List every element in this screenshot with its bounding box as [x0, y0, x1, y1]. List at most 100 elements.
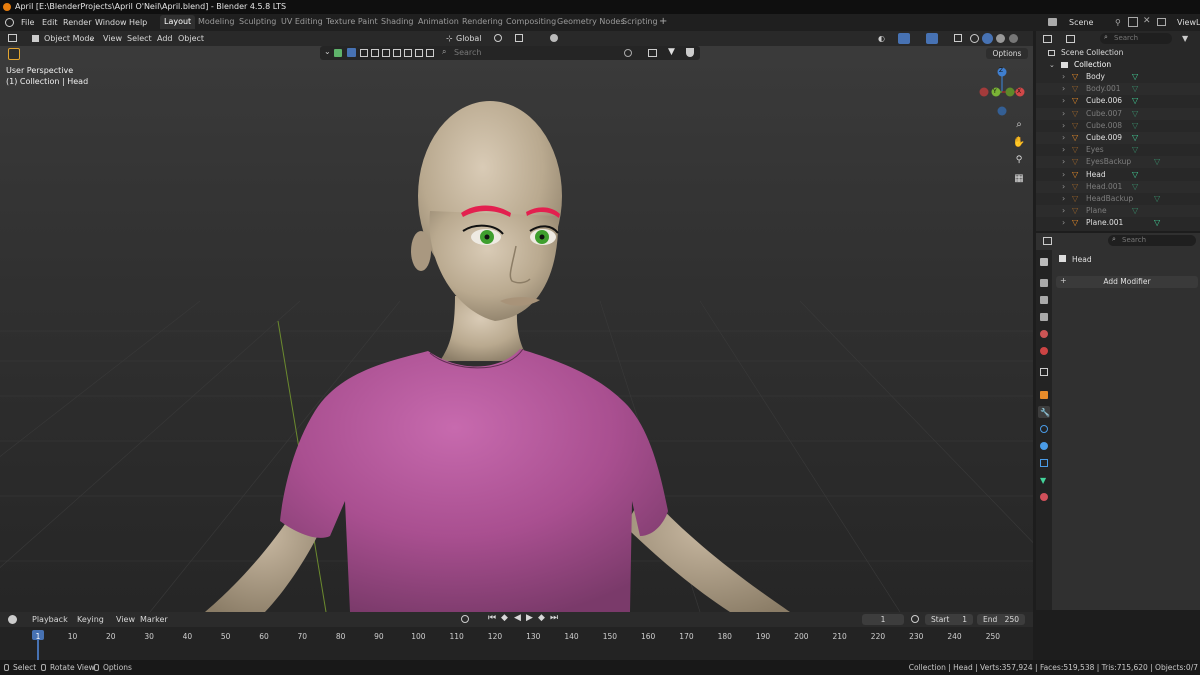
tab-uv-editing[interactable]: UV Editing	[277, 15, 327, 29]
select-mode-icon[interactable]	[371, 49, 379, 57]
clear-search-icon[interactable]	[624, 49, 632, 57]
snap-icon[interactable]	[515, 34, 523, 42]
outliner-item-row[interactable]: › ▽ Body.001 ▽	[1036, 83, 1200, 96]
scene-name[interactable]: Scene	[1069, 17, 1093, 28]
play-reverse-icon[interactable]: ◀	[514, 613, 521, 624]
tab-shading[interactable]: Shading	[377, 15, 418, 29]
outliner-item-row[interactable]: › ▽ Head.001 ▽	[1036, 180, 1200, 193]
tab-rendering[interactable]: Rendering	[458, 15, 507, 29]
menu-marker[interactable]: Marker	[140, 614, 168, 625]
mesh-data-icon[interactable]: ▽	[1132, 120, 1138, 132]
chevron-right-icon[interactable]: ›	[1062, 217, 1065, 229]
current-frame-field[interactable]: 1	[862, 614, 904, 625]
shield-icon[interactable]	[686, 48, 694, 57]
collection-tab-icon[interactable]	[1040, 368, 1048, 376]
pan-hand-icon[interactable]: ✋	[1012, 137, 1026, 151]
menu-view[interactable]: View	[116, 614, 135, 625]
tab-scripting[interactable]: Scripting	[618, 15, 662, 29]
tool-tab-icon[interactable]	[1040, 258, 1048, 266]
shading-material-icon[interactable]	[996, 34, 1005, 43]
visibility-icon[interactable]: ◐	[878, 34, 885, 43]
outliner-item-row[interactable]: › ▽ Cube.008 ▽	[1036, 119, 1200, 132]
start-frame-field[interactable]: Start 1	[925, 614, 973, 625]
menu-render[interactable]: Render	[63, 17, 91, 28]
timeline-editor-icon[interactable]	[8, 615, 17, 624]
menu-select[interactable]: Select	[127, 33, 152, 44]
scene-icon[interactable]	[1048, 18, 1057, 26]
shading-wireframe-icon[interactable]	[970, 34, 979, 43]
chevron-right-icon[interactable]: ›	[1062, 108, 1065, 120]
mesh-data-icon[interactable]: ▽	[1132, 83, 1138, 95]
select-mode-icon[interactable]	[393, 49, 401, 57]
tab-animation[interactable]: Animation	[414, 15, 463, 29]
shading-solid-icon[interactable]	[982, 33, 993, 44]
filter-icon[interactable]: ▼	[668, 47, 675, 57]
mesh-data-icon[interactable]: ▽	[1132, 205, 1138, 217]
delete-scene-icon[interactable]: ✕	[1143, 16, 1151, 26]
outliner-item-row[interactable]: › ▽ Cube.006 ▽	[1036, 95, 1200, 108]
chevron-right-icon[interactable]: ›	[1062, 205, 1065, 217]
scene-collection-row[interactable]: Scene Collection	[1036, 47, 1200, 59]
navigation-gizmo[interactable]: Z Y X	[976, 66, 1028, 118]
tool-settings-toggle[interactable]	[8, 48, 20, 60]
clock-icon[interactable]	[911, 615, 919, 623]
chevron-right-icon[interactable]: ›	[1062, 181, 1065, 193]
select-mode-icon[interactable]	[415, 49, 423, 57]
outliner-item-row[interactable]: › ▽ HeadBackup ▽	[1036, 193, 1200, 205]
mesh-data-icon[interactable]: ▽	[1132, 95, 1138, 107]
record-icon[interactable]	[461, 615, 469, 623]
end-frame-field[interactable]: End 250	[977, 614, 1025, 625]
material-tab-icon[interactable]	[1040, 493, 1048, 501]
next-keyframe-icon[interactable]: ◆	[538, 613, 545, 624]
mesh-data-icon[interactable]: ▽	[1132, 144, 1138, 156]
layout-icon[interactable]	[648, 49, 657, 57]
chevron-right-icon[interactable]: ›	[1062, 83, 1065, 95]
mesh-data-icon[interactable]: ▽	[1132, 181, 1138, 193]
menu-keying[interactable]: Keying	[77, 614, 104, 625]
menu-playback[interactable]: Playback	[32, 614, 68, 625]
add-workspace-icon[interactable]: +	[659, 16, 667, 27]
xray-icon[interactable]	[954, 34, 962, 42]
pivot-icon[interactable]	[494, 34, 502, 42]
blender-menu-icon[interactable]	[5, 18, 14, 27]
chevron-down-icon[interactable]: ⌄	[324, 47, 331, 56]
scene-tab-icon[interactable]	[1040, 330, 1048, 338]
editor-type-icon[interactable]	[8, 34, 17, 42]
select-mode-icon[interactable]	[382, 49, 390, 57]
mesh-data-icon[interactable]: ▽	[1154, 217, 1160, 229]
data-tab-icon[interactable]: ▼	[1040, 476, 1046, 485]
prev-keyframe-icon[interactable]: ◆	[501, 613, 508, 624]
viewport-search-input[interactable]: Search	[454, 47, 481, 58]
options-button[interactable]: Options	[986, 48, 1028, 59]
physics-tab-icon[interactable]	[1040, 442, 1048, 450]
outliner-item-row[interactable]: › ▽ Eyes ▽	[1036, 144, 1200, 157]
chevron-right-icon[interactable]: ›	[1062, 71, 1065, 83]
mesh-data-icon[interactable]: ▽	[1132, 169, 1138, 181]
mesh-data-icon[interactable]: ▽	[1132, 71, 1138, 83]
3d-viewport[interactable]	[0, 31, 1033, 612]
zoom-icon[interactable]: ⌕	[1012, 119, 1026, 133]
tab-modeling[interactable]: Modeling	[194, 15, 238, 29]
filter-icon[interactable]: ▼	[1182, 34, 1188, 43]
view-layer-name[interactable]: ViewLa	[1177, 17, 1200, 28]
outliner-search-field[interactable]: ⌕ Search	[1100, 33, 1172, 44]
menu-edit[interactable]: Edit	[42, 17, 58, 28]
chevron-right-icon[interactable]: ›	[1062, 169, 1065, 181]
view-layer-tab-icon[interactable]	[1040, 313, 1048, 321]
output-tab-icon[interactable]	[1040, 296, 1048, 304]
menu-help[interactable]: Help	[129, 17, 147, 28]
overlay-toggle-icon[interactable]	[926, 33, 938, 44]
menu-window[interactable]: Window	[95, 17, 127, 28]
jump-end-icon[interactable]: ⏭	[550, 613, 558, 624]
outliner-editor-icon[interactable]	[1043, 35, 1052, 43]
mesh-data-icon[interactable]: ▽	[1132, 108, 1138, 120]
mesh-data-icon[interactable]: ▽	[1154, 193, 1160, 205]
transform-orientation-dropdown[interactable]: Global	[456, 33, 482, 44]
outliner-item-row[interactable]: › ▽ Plane ▽	[1036, 205, 1200, 218]
chevron-right-icon[interactable]: ›	[1062, 95, 1065, 107]
properties-search-field[interactable]: ⌕ Search	[1108, 235, 1196, 246]
render-tab-icon[interactable]	[1040, 279, 1048, 287]
collection-row[interactable]: ⌄ Collection	[1036, 59, 1200, 71]
display-mode-icon[interactable]	[1066, 35, 1075, 43]
chevron-right-icon[interactable]: ›	[1062, 144, 1065, 156]
